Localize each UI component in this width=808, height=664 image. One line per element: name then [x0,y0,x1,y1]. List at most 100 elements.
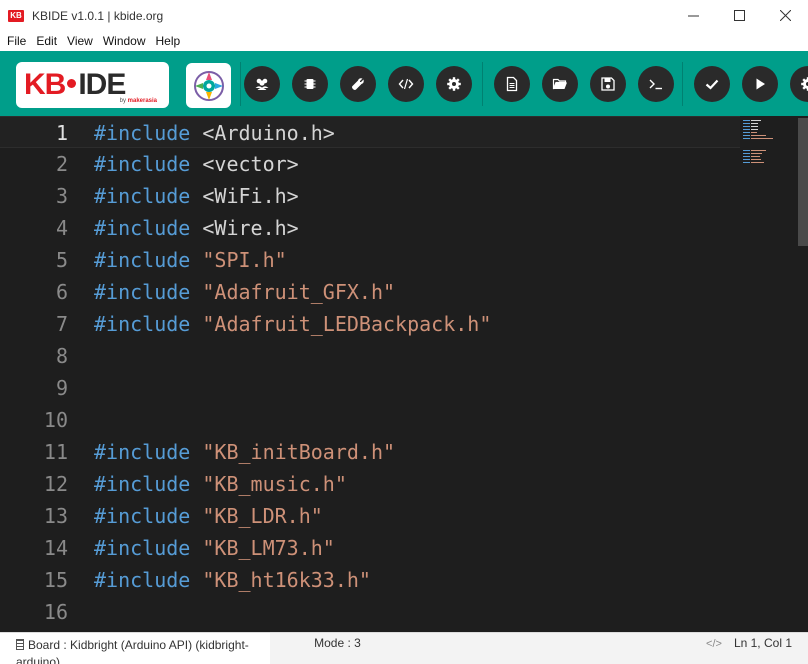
line-number: 4 [55,216,68,240]
minimap-line [751,138,773,139]
code-line[interactable]: 6 #include "Adafruit_GFX.h" [0,276,740,308]
line-code: #include "KB_LDR.h" [94,500,323,532]
file-icon [506,76,518,92]
include-keyword: #include [94,121,191,145]
new-file-button[interactable] [494,66,530,102]
maximize-button[interactable] [716,0,762,31]
chip-icon [304,79,316,89]
vertical-scrollbar-thumb[interactable] [798,118,808,246]
logo-by-text: by [119,98,126,104]
save-icon [601,77,615,91]
code-editor[interactable]: 1 #include <Arduino.h> 2 #include <vector> 3… [0,116,808,632]
menu-file[interactable]: File [2,31,31,51]
line-number: 6 [55,280,68,304]
tools-button[interactable] [340,66,376,102]
line-number: 11 [43,440,68,464]
upload-button[interactable] [742,66,778,102]
line-number: 7 [55,312,68,336]
minimap-line [743,138,751,139]
minimap-line [751,162,764,163]
code-line[interactable]: 13 #include "KB_LDR.h" [0,500,740,532]
line-number: 16 [43,600,68,624]
code-line[interactable]: 5 #include "SPI.h" [0,244,740,276]
minimize-icon [687,15,699,17]
include-keyword: #include [94,536,191,560]
include-keyword: #include [94,280,191,304]
code-line[interactable]: 8 [0,340,740,372]
code-line[interactable]: 3 #include <WiFi.h> [0,180,740,212]
board-status-text: Board : Kidbright (Arduino API) (kidbrig… [16,638,249,664]
menu-view[interactable]: View [62,31,98,51]
minimap-line [743,159,751,160]
code-line[interactable]: 1 #include <Arduino.h> [0,116,740,148]
menu-window[interactable]: Window [98,31,151,51]
line-number: 10 [43,408,68,432]
mascot-graphic-icon [193,70,224,101]
logo-dot-icon [67,78,77,88]
code-minimap[interactable] [743,116,795,256]
code-line[interactable]: 12 #include "KB_music.h" [0,468,740,500]
line-code: #include "Adafruit_LEDBackpack.h" [94,308,491,340]
code-line[interactable]: 2 #include <vector> [0,148,740,180]
minimap-line [743,153,751,154]
board-chip-icon [16,639,24,650]
logo-ide-text: IDE [78,68,126,101]
line-number: 5 [55,248,68,272]
plugins-button[interactable] [244,66,280,102]
serial-monitor-button[interactable] [638,66,674,102]
minimap-line [743,126,751,127]
minimap-line [743,135,751,136]
code-line[interactable]: 4 #include <Wire.h> [0,212,740,244]
line-code: #include "KB_ht16k33.h" [94,564,371,596]
minimap-line [743,150,751,151]
string-header: "KB_music.h" [202,472,347,496]
board-status[interactable]: Board : Kidbright (Arduino API) (kidbrig… [0,633,270,664]
line-number: 8 [55,344,68,368]
code-line[interactable]: 9 [0,372,740,404]
include-keyword: #include [94,312,191,336]
system-header: <WiFi.h> [202,184,299,208]
include-keyword: #include [94,248,191,272]
code-view-button[interactable] [388,66,424,102]
line-number: 15 [43,568,68,592]
save-button[interactable] [590,66,626,102]
board-button[interactable] [292,66,328,102]
open-folder-button[interactable] [542,66,578,102]
cursor-position: Ln 1, Col 1 [733,636,792,650]
code-icon: </> [706,638,722,650]
compile-button[interactable] [694,66,730,102]
code-line[interactable]: 10 [0,404,740,436]
include-keyword: #include [94,472,191,496]
close-button[interactable] [762,0,808,31]
menu-edit[interactable]: Edit [31,31,62,51]
mode-status: Mode : 3 [314,636,361,650]
minimap-line [751,123,759,124]
line-code: #include <vector> [94,148,299,180]
minimize-button[interactable] [670,0,716,31]
kbide-app-icon: KB [8,9,24,22]
code-line[interactable]: 16 [0,596,740,628]
users-icon [255,78,269,90]
kbide-logo: KB IDE by makerasia [16,62,169,108]
code-line[interactable]: 15 #include "KB_ht16k33.h" [0,564,740,596]
minimap-line [751,135,766,136]
string-header: "KB_initBoard.h" [202,440,396,464]
gear-icon [801,77,808,91]
line-code: #include <Wire.h> [94,212,299,244]
include-keyword: #include [94,504,191,528]
menu-help[interactable]: Help [151,31,186,51]
minimap-line [743,162,751,163]
code-icon [398,78,414,90]
minimap-line [743,129,751,130]
check-icon [705,79,719,90]
line-number: 2 [55,152,68,176]
maximize-icon [733,10,745,21]
title-bar: KB KBIDE v1.0.1 | kbide.org [0,0,808,31]
string-header: "Adafruit_GFX.h" [202,280,396,304]
code-line[interactable]: 7 #include "Adafruit_LEDBackpack.h" [0,308,740,340]
settings-button[interactable] [436,66,472,102]
string-header: "KB_LM73.h" [202,536,335,560]
code-line[interactable]: 11 #include "KB_initBoard.h" [0,436,740,468]
code-line[interactable]: 14 #include "KB_LM73.h" [0,532,740,564]
string-header: "KB_LDR.h" [202,504,323,528]
